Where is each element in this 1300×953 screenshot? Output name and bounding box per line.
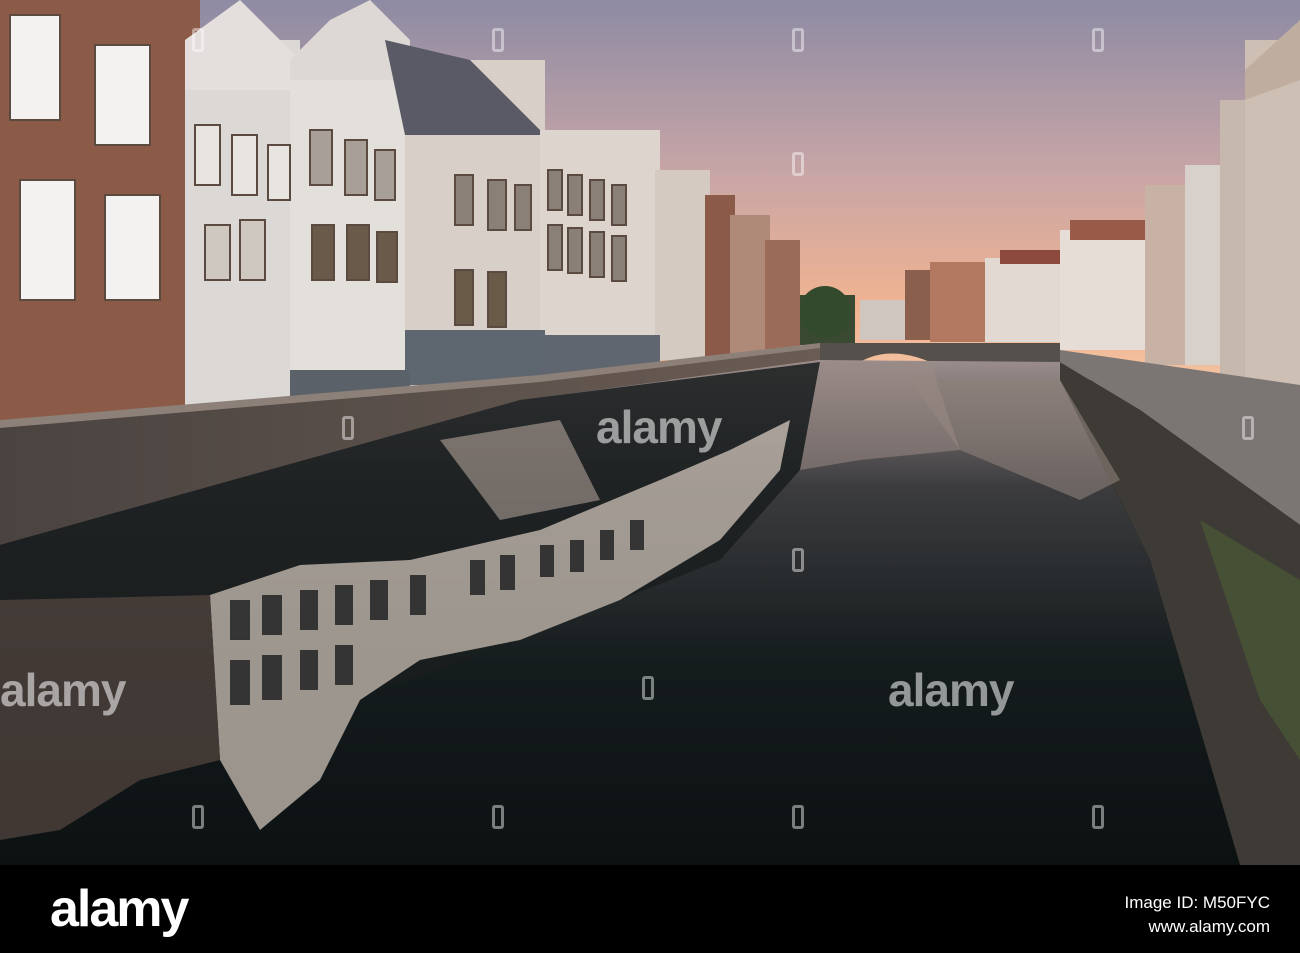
site-url: www.alamy.com xyxy=(1148,917,1270,936)
watermark-left: alamy xyxy=(0,664,126,716)
image-id-label: Image ID: M50FYC xyxy=(1124,893,1271,912)
watermark-mark xyxy=(642,676,654,700)
watermark-mark xyxy=(342,416,354,440)
stock-photo-frame: alamy alamy alamy alamy Image ID: M50FYC… xyxy=(0,0,1300,953)
watermark-mark xyxy=(792,28,804,52)
watermark-mark xyxy=(1092,28,1104,52)
watermark-center: alamy xyxy=(596,401,722,453)
watermark-right: alamy xyxy=(888,664,1014,716)
canal-photo: alamy alamy alamy xyxy=(0,0,1300,865)
stock-footer-bar: alamy Image ID: M50FYC www.alamy.com xyxy=(0,865,1300,953)
watermark-mark xyxy=(192,805,204,829)
watermark-mark xyxy=(792,152,804,176)
watermark-mark xyxy=(1092,805,1104,829)
watermark-mark xyxy=(792,548,804,572)
watermark-mark xyxy=(492,28,504,52)
watermark-mark xyxy=(1242,416,1254,440)
bridge xyxy=(820,343,1060,362)
watermark-mark xyxy=(492,805,504,829)
watermark-mark xyxy=(792,805,804,829)
watermark-mark xyxy=(192,28,204,52)
brand-logo: alamy xyxy=(50,880,189,938)
